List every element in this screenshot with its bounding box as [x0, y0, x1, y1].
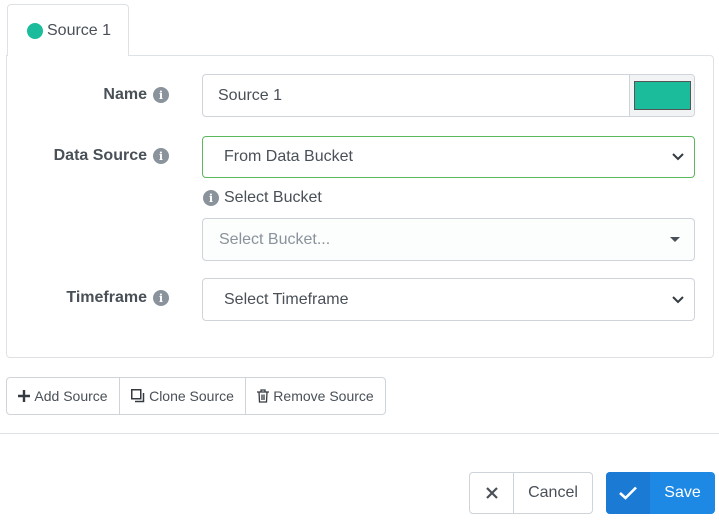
name-input[interactable]: Source 1 — [202, 74, 695, 117]
remove-source-button[interactable]: Remove Source — [246, 378, 385, 414]
info-icon[interactable]: i — [153, 148, 169, 164]
info-icon[interactable]: i — [203, 190, 219, 206]
data-source-select[interactable]: From Data Bucket — [202, 136, 695, 178]
add-source-button[interactable]: Add Source — [7, 378, 120, 414]
timeframe-value: Select Timeframe — [224, 290, 349, 308]
tab-source-1[interactable]: Source 1 — [7, 4, 129, 56]
source-color-dot — [27, 22, 43, 39]
timeframe-label: Timeframe i — [66, 289, 169, 307]
check-icon — [606, 472, 650, 514]
caret-down-icon — [670, 237, 680, 242]
cancel-button[interactable]: Cancel — [469, 472, 593, 514]
data-source-label: Data Source i — [54, 147, 169, 165]
name-label: Name i — [103, 86, 169, 104]
clone-icon — [131, 389, 145, 403]
color-picker[interactable] — [629, 75, 694, 116]
bucket-placeholder: Select Bucket... — [219, 230, 331, 248]
info-icon[interactable]: i — [153, 290, 169, 306]
chevron-down-icon — [666, 295, 690, 304]
timeframe-select[interactable]: Select Timeframe — [202, 278, 695, 321]
data-source-value: From Data Bucket — [224, 148, 353, 165]
name-input-value: Source 1 — [218, 86, 283, 104]
save-button[interactable]: Save — [606, 472, 715, 514]
footer-divider — [0, 433, 719, 434]
trash-icon — [257, 389, 270, 403]
clone-source-button[interactable]: Clone Source — [120, 378, 246, 414]
tab-label: Source 1 — [47, 21, 112, 39]
chevron-down-icon — [666, 153, 690, 161]
select-bucket-label: i Select Bucket — [203, 189, 322, 207]
info-icon[interactable]: i — [153, 87, 169, 103]
close-icon — [470, 473, 514, 513]
color-swatch — [633, 81, 691, 110]
bucket-select[interactable]: Select Bucket... — [202, 218, 695, 261]
source-actions: Add Source Clone Source Remove Source — [6, 377, 386, 415]
plus-icon — [18, 390, 31, 402]
